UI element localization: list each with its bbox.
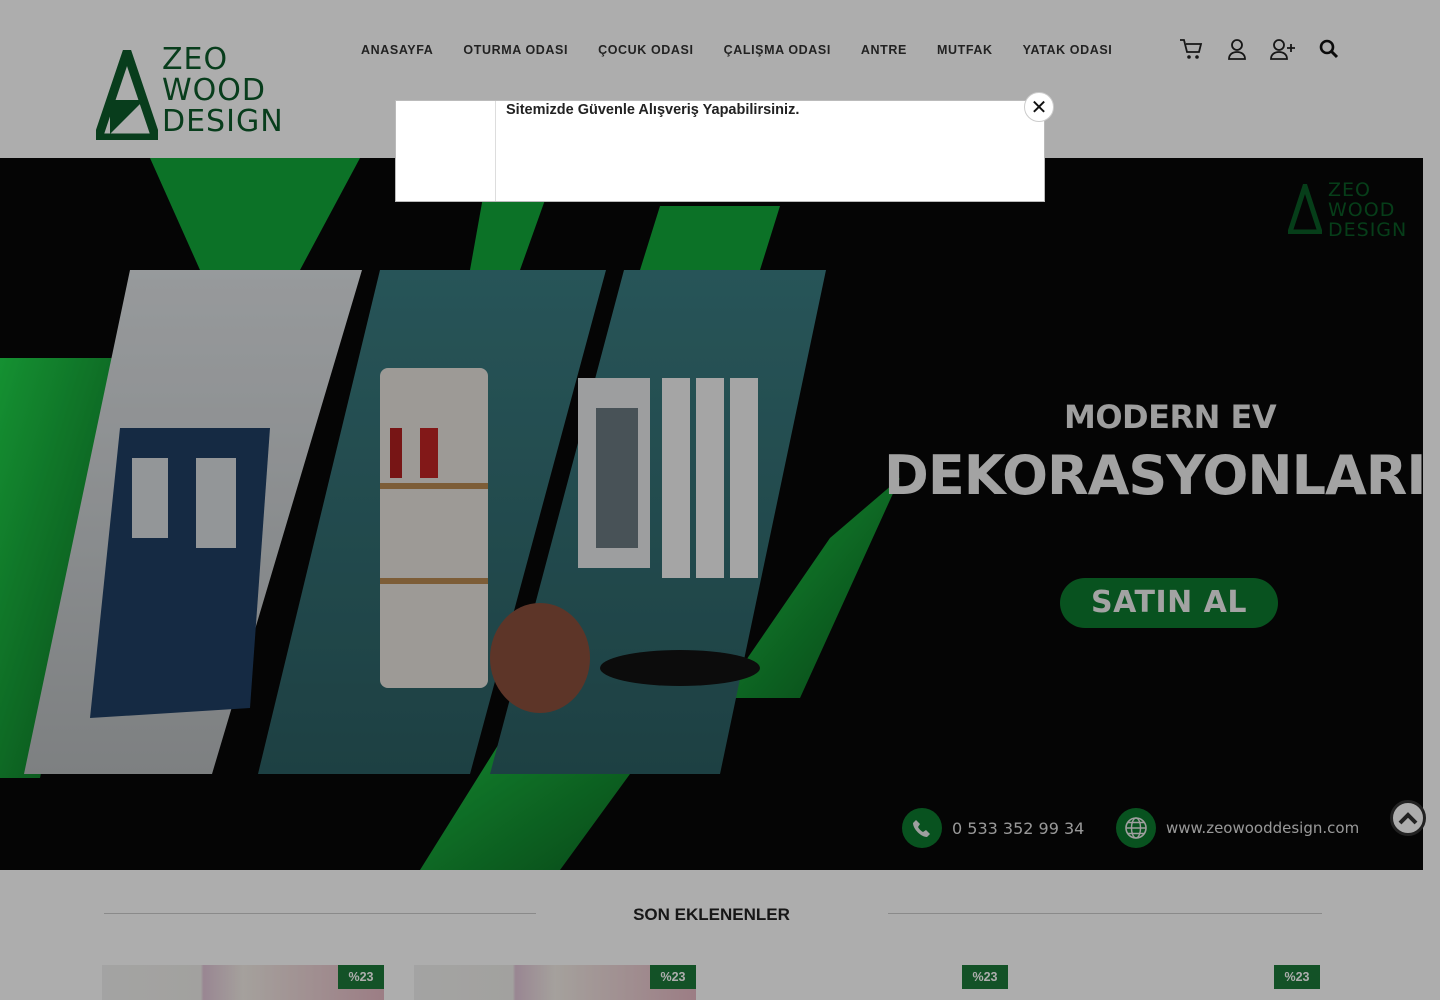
product-card[interactable]: %23	[414, 965, 696, 1000]
banner-logo: ZEO WOOD DESIGN	[1288, 180, 1407, 240]
nav-cocuk-odasi[interactable]: ÇOCUK ODASI	[583, 40, 709, 60]
nav-oturma-odasi[interactable]: OTURMA ODASI	[448, 40, 583, 60]
nav-antre[interactable]: ANTRE	[846, 40, 922, 60]
discount-badge: %23	[338, 965, 384, 989]
website-url: www.zeowooddesign.com	[1166, 819, 1360, 837]
cart-icon[interactable]	[1178, 36, 1204, 62]
banner-title-line2: DEKORASYONLARI	[884, 444, 1423, 507]
hero-banner[interactable]: ZEO WOOD DESIGN MODERN EV DEKORASYONLARI…	[0, 158, 1423, 870]
product-list: %23 %23 %23 %23	[102, 965, 1320, 1000]
discount-badge: %23	[962, 965, 1008, 989]
popup-close-button[interactable]: ✕	[1024, 92, 1054, 122]
banner-artwork	[0, 158, 1423, 870]
popup-image	[396, 101, 496, 201]
user-icon[interactable]	[1224, 36, 1250, 62]
scroll-to-top-button[interactable]	[1390, 800, 1426, 836]
nav-anasayfa[interactable]: ANASAYFA	[346, 40, 448, 60]
banner-title-line1: MODERN EV	[1064, 398, 1277, 436]
popup-message: Sitemizde Güvenle Alışveriş Yapabilirsin…	[506, 102, 800, 118]
product-card[interactable]: %23	[726, 965, 1008, 1000]
product-card[interactable]: %23	[102, 965, 384, 1000]
nav-mutfak[interactable]: MUTFAK	[922, 40, 1008, 60]
section-title: SON EKLENENLER	[633, 905, 790, 924]
phone-icon	[902, 808, 942, 848]
banner-logo-icon	[1288, 184, 1322, 234]
phone-number: 0 533 352 99 34	[952, 818, 1085, 838]
logo-triangle-icon	[96, 50, 158, 140]
buy-now-button[interactable]: SATIN AL	[1060, 578, 1278, 628]
search-icon[interactable]	[1316, 36, 1342, 62]
nav-yatak-odasi[interactable]: YATAK ODASI	[1008, 40, 1128, 60]
main-nav: ANASAYFA OTURMA ODASI ÇOCUK ODASI ÇALIŞM…	[346, 40, 1127, 60]
notification-popup: Sitemizde Güvenle Alışveriş Yapabilirsin…	[395, 100, 1045, 202]
logo-wordmark: ZEO WOOD DESIGN	[162, 42, 284, 139]
nav-calisma-odasi[interactable]: ÇALIŞMA ODASI	[709, 40, 846, 60]
chevron-up-icon	[1398, 812, 1418, 825]
user-plus-icon[interactable]	[1270, 36, 1296, 62]
globe-icon	[1116, 808, 1156, 848]
contact-website: www.zeowooddesign.com	[1116, 808, 1359, 848]
header-actions	[1178, 36, 1342, 62]
contact-phone: 0 533 352 99 34	[902, 808, 1084, 848]
site-logo[interactable]: ZEO WOOD DESIGN	[96, 44, 286, 144]
product-card[interactable]: %23	[1038, 965, 1320, 1000]
discount-badge: %23	[1274, 965, 1320, 989]
discount-badge: %23	[650, 965, 696, 989]
